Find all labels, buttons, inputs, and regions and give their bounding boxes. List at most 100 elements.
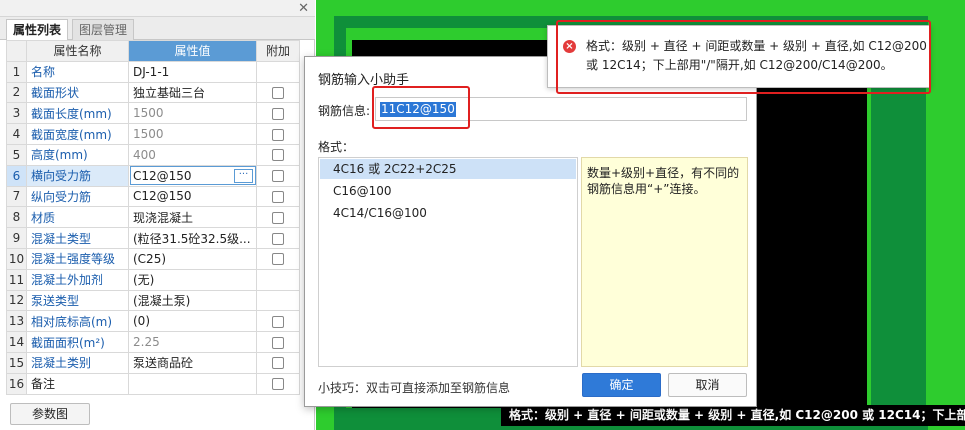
property-value-text: 1500 <box>133 106 164 121</box>
table-row[interactable]: 12 泵送类型 (混凝土泵) <box>6 289 300 312</box>
table-row[interactable]: 11 混凝土外加剂 (无) <box>6 268 300 291</box>
property-value-text: 400 <box>133 147 156 162</box>
table-row[interactable]: 4 截面宽度(mm) 1500 <box>6 123 300 145</box>
extra-cell <box>256 227 300 249</box>
tab-layer-management[interactable]: 图层管理 <box>72 19 135 40</box>
extra-checkbox[interactable] <box>272 336 284 349</box>
table-row[interactable]: 15 混凝土类别 泵送商品砼 <box>6 351 300 374</box>
property-value[interactable]: 泵送商品砼 <box>128 351 257 374</box>
property-value[interactable]: C12@150 ··· <box>128 164 257 187</box>
property-table: 属性名称 属性值 附加 1 名称 DJ-1-1 2 截面形状 独立基础三台 3 截面长度(mm… <box>6 40 300 395</box>
header-index <box>6 40 27 62</box>
table-row[interactable]: 7 纵向受力筋 C12@150 <box>6 185 300 208</box>
extra-checkbox[interactable] <box>272 86 284 99</box>
extra-cell <box>256 331 300 353</box>
extra-checkbox[interactable] <box>272 378 284 391</box>
table-row[interactable]: 1 名称 DJ-1-1 <box>6 60 300 83</box>
property-value-text: (混凝土泵) <box>133 293 191 308</box>
extra-cell <box>256 185 300 208</box>
extra-cell <box>256 164 300 187</box>
extra-checkbox[interactable] <box>272 190 284 203</box>
property-value-text: C12@150 <box>133 189 192 204</box>
input-highlight-frame <box>372 86 470 129</box>
row-index: 6 <box>6 164 27 187</box>
tab-property-list[interactable]: 属性列表 <box>6 19 69 40</box>
property-value[interactable] <box>128 372 257 395</box>
extra-checkbox[interactable] <box>272 357 284 370</box>
property-name: 截面面积(m²) <box>26 331 129 353</box>
property-name: 高度(mm) <box>26 143 129 166</box>
property-value[interactable]: (0) <box>128 310 257 333</box>
extra-checkbox[interactable] <box>272 211 284 224</box>
cancel-button[interactable]: 取消 <box>668 373 747 397</box>
extra-cell <box>256 81 300 104</box>
table-row[interactable]: 14 截面面积(m²) 2.25 <box>6 331 300 353</box>
table-row[interactable]: 6 横向受力筋 C12@150 ··· <box>6 164 300 187</box>
property-name: 混凝土外加剂 <box>26 268 129 291</box>
property-name: 混凝土类型 <box>26 227 129 249</box>
property-value[interactable]: 独立基础三台 <box>128 81 257 104</box>
property-name: 备注 <box>26 372 129 395</box>
extra-checkbox[interactable] <box>272 149 284 162</box>
table-row[interactable]: 9 混凝土类型 (粒径31.5砼32.5级... <box>6 227 300 249</box>
extra-checkbox[interactable] <box>272 315 284 328</box>
row-index: 11 <box>6 268 27 291</box>
property-value[interactable]: DJ-1-1 <box>128 60 257 83</box>
list-item[interactable]: 4C16 或 2C22+2C25 <box>320 159 576 179</box>
row-index: 7 <box>6 185 27 208</box>
property-value-text: 1500 <box>133 127 164 142</box>
table-row[interactable]: 2 截面形状 独立基础三台 <box>6 81 300 104</box>
extra-cell <box>256 206 300 229</box>
property-value-text: 2.25 <box>133 335 160 350</box>
property-value[interactable]: 1500 <box>128 123 257 145</box>
extra-checkbox[interactable] <box>272 170 284 183</box>
extra-cell <box>256 143 300 166</box>
list-item[interactable]: C16@100 <box>320 181 576 201</box>
extra-checkbox[interactable] <box>272 128 284 141</box>
row-index: 8 <box>6 206 27 229</box>
extra-checkbox[interactable] <box>272 232 284 245</box>
table-row[interactable]: 5 高度(mm) 400 <box>6 143 300 166</box>
property-name: 纵向受力筋 <box>26 185 129 208</box>
property-value[interactable]: (粒径31.5砼32.5级... <box>128 227 257 249</box>
property-name: 泵送类型 <box>26 289 129 312</box>
extra-checkbox[interactable] <box>272 253 284 266</box>
list-item[interactable]: 4C14/C16@100 <box>320 203 576 223</box>
ellipsis-button[interactable]: ··· <box>234 168 253 183</box>
table-row[interactable]: 10 混凝土强度等级 (C25) <box>6 247 300 270</box>
property-value[interactable]: 1500 <box>128 102 257 125</box>
tip-text: 小技巧：双击可直接添加至钢筋信息 <box>318 381 511 395</box>
property-value[interactable]: C12@150 <box>128 185 257 208</box>
property-name: 截面宽度(mm) <box>26 123 129 145</box>
close-icon[interactable]: ✕ <box>298 1 309 16</box>
property-value-text: (粒径31.5砼32.5级... <box>133 231 251 246</box>
property-value[interactable]: 400 <box>128 143 257 166</box>
extra-checkbox[interactable] <box>272 107 284 120</box>
property-value-text: (无) <box>133 273 155 288</box>
extra-cell <box>256 372 300 395</box>
table-row[interactable]: 3 截面长度(mm) 1500 <box>6 102 300 125</box>
table-row[interactable]: 13 相对底标高(m) (0) <box>6 310 300 333</box>
format-list[interactable]: 4C16 或 2C22+2C25 C16@100 4C14/C16@100 <box>318 157 578 367</box>
property-name: 截面长度(mm) <box>26 102 129 125</box>
property-value-text: C12@150 <box>133 168 192 183</box>
row-index: 14 <box>6 331 27 353</box>
property-value[interactable]: (C25) <box>128 247 257 270</box>
property-value[interactable]: (无) <box>128 268 257 291</box>
property-value[interactable]: 现浇混凝土 <box>128 206 257 229</box>
property-value-text: 独立基础三台 <box>133 85 206 100</box>
ok-button[interactable]: 确定 <box>582 373 661 397</box>
parameter-diagram-button[interactable]: 参数图 <box>10 403 90 425</box>
property-value[interactable]: (混凝土泵) <box>128 289 257 312</box>
extra-cell <box>256 102 300 125</box>
table-row[interactable]: 16 备注 <box>6 372 300 395</box>
panel-title-bar: ✕ <box>0 0 315 17</box>
row-index: 9 <box>6 227 27 249</box>
property-value[interactable]: 2.25 <box>128 331 257 353</box>
rebar-info-label: 钢筋信息: <box>318 104 371 118</box>
error-highlight-frame <box>556 20 931 94</box>
row-index: 15 <box>6 351 27 374</box>
cad-right-edge <box>928 16 965 430</box>
table-row[interactable]: 8 材质 现浇混凝土 <box>6 206 300 229</box>
property-value-text: 现浇混凝土 <box>133 210 194 225</box>
